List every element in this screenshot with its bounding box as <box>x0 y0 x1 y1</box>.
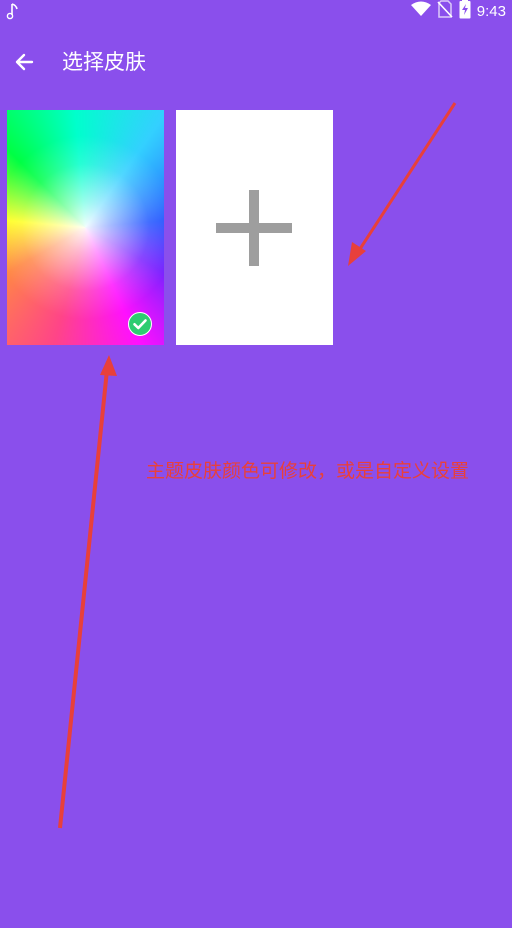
add-custom-skin-button[interactable] <box>176 110 333 345</box>
status-time: 9:43 <box>476 2 506 20</box>
battery-charging-icon <box>459 0 471 23</box>
status-bar: 9:43 <box>0 0 512 24</box>
arrow-to-add-tile <box>348 102 457 266</box>
wifi-icon <box>410 1 431 21</box>
plus-icon <box>216 190 292 266</box>
check-circle-icon <box>128 312 152 336</box>
no-sim-icon <box>437 0 453 22</box>
music-note-icon <box>6 2 20 24</box>
annotation-text: 主题皮肤颜色可修改，或是自定义设置 <box>146 460 470 482</box>
arrow-left-icon <box>15 53 34 71</box>
skin-color-gradient-tile[interactable] <box>7 110 164 345</box>
page-title: 选择皮肤 <box>62 50 146 74</box>
app-bar: 选择皮肤 <box>0 40 512 84</box>
back-button[interactable] <box>8 46 40 78</box>
arrow-to-color-tile <box>58 355 117 829</box>
